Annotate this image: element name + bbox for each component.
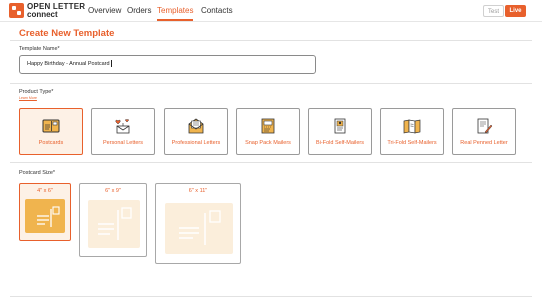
product-card-bi-fold-self-mailers[interactable]: Bi-Fold Self-Mailers [308,108,372,155]
product-card-label: Postcards [38,140,64,146]
divider [10,83,532,84]
nav-templates[interactable]: Templates [157,6,194,21]
nav-contacts[interactable]: Contacts [201,6,233,15]
personal-letter-icon [115,119,130,134]
top-bar: OPEN LETTER connect Overview Orders Temp… [0,0,542,22]
snap-pack-icon [261,118,275,134]
template-name-label: Template Name* [19,46,60,52]
pen-letter-icon [477,118,493,134]
postcard-preview-icon [165,203,233,254]
mode-test-button[interactable]: Test [483,5,504,17]
postcard-icon [42,119,60,133]
learn-more-link[interactable]: Learn More [19,96,37,100]
product-card-postcards[interactable]: Postcards [19,108,83,155]
size-card-label: 4" x 6" [37,188,53,194]
size-card-label: 6" x 11" [188,188,208,194]
product-card-professional-letters[interactable]: Professional Letters [164,108,228,155]
logo-mark-icon [9,3,24,18]
template-name-input[interactable]: Happy Birthday - Annual Postcard [19,55,316,74]
bifold-icon [334,118,346,134]
nav-orders[interactable]: Orders [127,6,151,15]
divider [10,296,532,297]
product-card-real-penned-letter[interactable]: Real Penned Letter [452,108,516,155]
product-type-label: Product Type* [19,89,54,95]
size-card-4x6[interactable]: 4" x 6" [19,183,71,241]
size-card-6x9[interactable]: 6" x 9" [79,183,147,257]
product-card-personal-letters[interactable]: Personal Letters [91,108,155,155]
postcard-preview-icon [25,199,65,233]
mode-live-button[interactable]: Live [505,5,526,17]
nav-overview[interactable]: Overview [88,6,121,15]
logo-text-line2: connect [27,10,58,19]
product-card-label: Personal Letters [102,140,144,146]
product-card-tri-fold-self-mailers[interactable]: Tri-Fold Self-Mailers [380,108,444,155]
postcard-size-label: Postcard Size* [19,170,56,176]
divider [10,162,532,163]
product-card-label: Bi-Fold Self-Mailers [316,140,364,146]
product-card-label: Tri-Fold Self-Mailers [387,140,437,146]
trifold-icon [403,119,421,134]
product-card-label: Snap Pack Mailers [245,140,291,146]
envelope-icon [188,118,204,134]
product-card-label: Professional Letters [171,140,221,146]
product-card-snap-pack-mailers[interactable]: Snap Pack Mailers [236,108,300,155]
postcard-preview-icon [88,200,140,248]
size-card-6x11[interactable]: 6" x 11" [155,183,241,264]
divider [10,40,532,41]
page-title: Create New Template [19,28,115,39]
size-card-label: 6" x 9" [105,188,121,194]
product-card-label: Real Penned Letter [460,140,508,146]
